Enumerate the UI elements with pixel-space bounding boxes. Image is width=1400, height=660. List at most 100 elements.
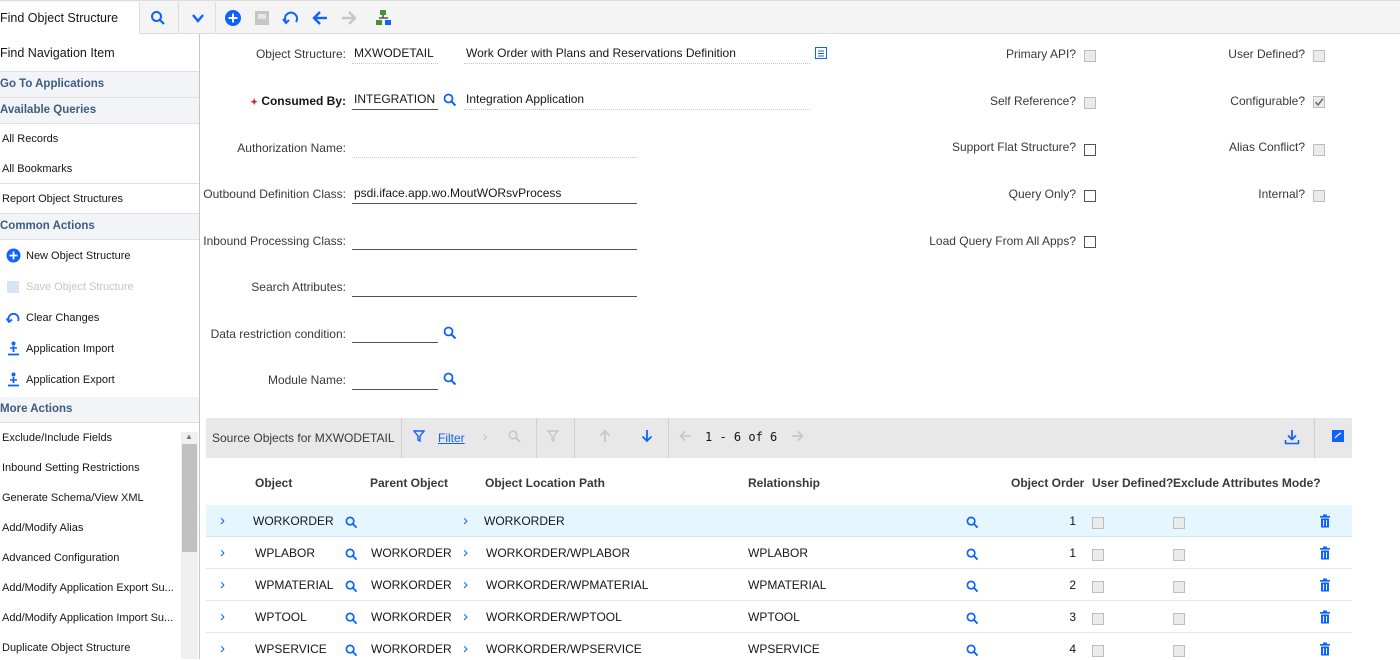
col-header-user-defined[interactable]: User Defined? [1092,476,1173,490]
row-user-defined-checkbox[interactable] [1092,581,1104,593]
user-defined-checkbox[interactable] [1313,50,1325,62]
object-search-icon[interactable] [345,612,358,628]
more-generate-schema[interactable]: Generate Schema/View XML [0,483,199,513]
object-search-icon[interactable] [345,644,358,660]
arrow-left-icon[interactable] [308,6,332,30]
go-to-applications[interactable]: Go To Applications [0,72,199,98]
arrow-right-icon[interactable] [337,6,361,30]
data-restriction-input[interactable] [352,323,438,343]
row-user-defined-checkbox[interactable] [1092,549,1104,561]
trash-icon[interactable] [1319,546,1331,563]
row-exclude-checkbox[interactable] [1173,581,1185,593]
row-user-defined-checkbox[interactable] [1092,645,1104,657]
row-exclude-checkbox[interactable] [1173,549,1185,561]
action-save-object-structure[interactable]: Save Object Structure [0,271,199,302]
object-search-icon[interactable] [345,516,358,532]
outbound-definition-input[interactable]: psdi.iface.app.wo.MoutWORsvProcess [352,184,637,204]
trash-icon[interactable] [1319,610,1331,627]
find-icon[interactable] [508,430,521,446]
chevron-down-icon[interactable] [186,6,210,30]
self-reference-checkbox[interactable] [1084,97,1096,109]
previous-page-icon[interactable] [679,430,692,445]
consumed-by-search-icon[interactable] [443,93,457,110]
action-clear-changes[interactable]: Clear Changes [0,302,199,333]
search-icon[interactable] [146,6,170,30]
action-application-import[interactable]: Application Import [0,333,199,364]
path-chevron-icon[interactable]: › [463,576,468,593]
more-inbound-setting-restrictions[interactable]: Inbound Setting Restrictions [0,453,199,483]
expand-row-icon[interactable]: › [220,608,225,625]
more-exclude-include-fields[interactable]: Exclude/Include Fields [0,423,199,453]
internal-checkbox[interactable] [1313,190,1325,202]
table-row[interactable]: › WPTOOL WORKORDER › WORKORDER/WPTOOL WP… [206,601,1352,633]
object-search-icon[interactable] [345,548,358,564]
trash-icon[interactable] [1319,514,1331,531]
configurable-checkbox[interactable] [1313,96,1325,108]
query-all-records[interactable]: All Records [0,124,199,154]
next-page-icon[interactable] [791,430,804,445]
relationship-search-icon[interactable] [966,580,979,596]
path-chevron-icon[interactable]: › [463,640,468,657]
object-search-icon[interactable] [345,580,358,596]
more-add-modify-alias[interactable]: Add/Modify Alias [0,513,199,543]
alias-conflict-checkbox[interactable] [1313,144,1325,156]
more-app-import-support[interactable]: Add/Modify Application Import Su... [0,603,199,633]
chevron-right-icon[interactable]: › [483,429,487,444]
relationship-search-icon[interactable] [966,612,979,628]
relationship-search-icon[interactable] [966,516,979,532]
description-field[interactable]: Work Order with Plans and Reservations D… [464,44,810,64]
search-attributes-input[interactable] [352,277,637,297]
inbound-processing-input[interactable] [352,230,637,250]
filter-icon[interactable] [412,430,426,445]
more-app-export-support[interactable]: Add/Modify Application Export Su... [0,573,199,603]
consumed-by-input[interactable]: INTEGRATION [352,90,438,110]
row-exclude-checkbox[interactable] [1173,645,1185,657]
row-user-defined-checkbox[interactable] [1092,517,1104,529]
clear-filter-icon[interactable] [546,430,560,445]
save-icon[interactable] [250,6,274,30]
col-header-order[interactable]: Object Order [1011,476,1084,490]
primary-api-checkbox[interactable] [1084,50,1096,62]
more-advanced-configuration[interactable]: Advanced Configuration [0,543,199,573]
table-row[interactable]: › WPMATERIAL WORKORDER › WORKORDER/WPMAT… [206,569,1352,601]
data-restriction-search-icon[interactable] [443,326,457,343]
add-icon[interactable] [221,6,245,30]
col-header-relationship[interactable]: Relationship [748,476,820,490]
more-duplicate-object-structure[interactable]: Duplicate Object Structure [0,633,199,659]
expand-row-icon[interactable]: › [220,576,225,593]
arrow-up-icon[interactable] [599,429,611,446]
download-icon[interactable] [1284,429,1300,448]
table-row[interactable]: › WORKORDER › WORKORDER 1 [206,505,1352,537]
find-object-structure-input[interactable]: Find Object Structure [0,2,140,34]
scrollbar-thumb[interactable] [182,444,197,552]
support-flat-checkbox[interactable] [1084,144,1096,156]
row-exclude-checkbox[interactable] [1173,613,1185,625]
col-header-exclude[interactable]: Exclude Attributes Mode? [1173,476,1321,490]
row-exclude-checkbox[interactable] [1173,517,1185,529]
table-row[interactable]: › WPSERVICE WORKORDER › WORKORDER/WPSERV… [206,633,1352,659]
trash-icon[interactable] [1319,642,1331,659]
undo-icon[interactable] [279,6,303,30]
path-chevron-icon[interactable]: › [463,608,468,625]
query-all-bookmarks[interactable]: All Bookmarks [0,154,199,184]
path-chevron-icon[interactable]: › [463,512,468,529]
table-settings-icon[interactable] [1332,430,1344,445]
load-query-checkbox[interactable] [1084,236,1096,248]
trash-icon[interactable] [1319,578,1331,595]
arrow-down-icon[interactable] [641,429,653,446]
expand-row-icon[interactable]: › [220,640,225,657]
sidebar-scrollbar[interactable]: ▲ [181,432,198,659]
action-new-object-structure[interactable]: New Object Structure [0,240,199,271]
module-name-search-icon[interactable] [443,372,457,389]
query-only-checkbox[interactable] [1084,190,1096,202]
filter-link[interactable]: Filter [438,431,465,445]
expand-row-icon[interactable]: › [220,544,225,561]
module-name-input[interactable] [352,370,438,390]
scroll-up-icon[interactable]: ▲ [185,432,193,441]
action-application-export[interactable]: Application Export [0,364,199,395]
path-chevron-icon[interactable]: › [463,544,468,561]
col-header-object[interactable]: Object [255,476,292,490]
col-header-parent[interactable]: Parent Object [370,476,448,490]
query-report-object-structures[interactable]: Report Object Structures [0,184,199,214]
relationship-search-icon[interactable] [966,644,979,660]
